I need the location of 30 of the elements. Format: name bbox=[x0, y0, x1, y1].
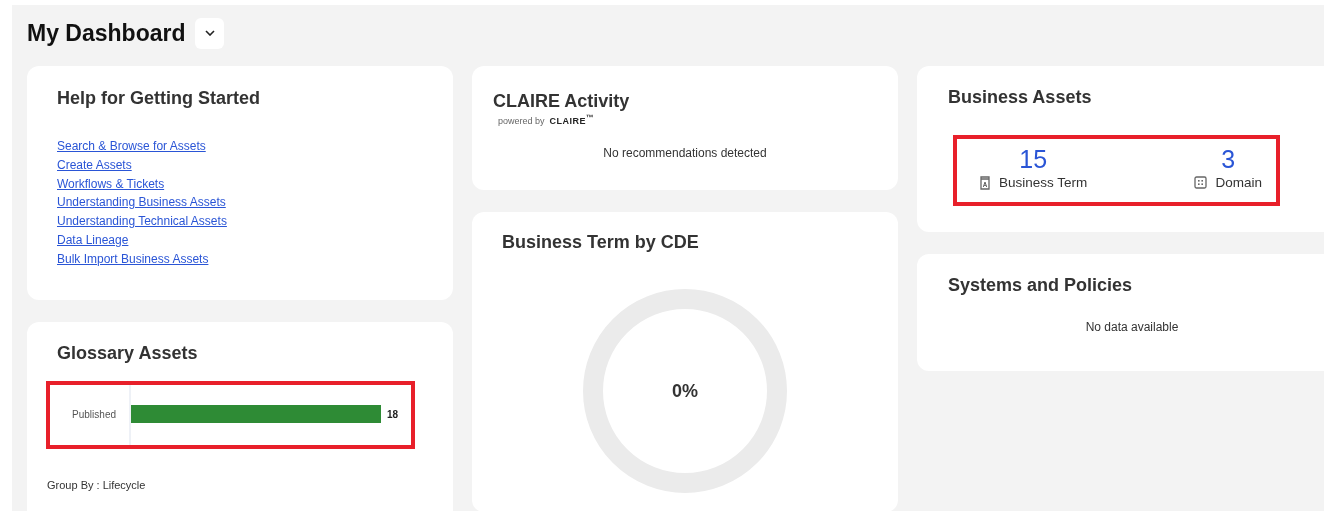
help-link[interactable]: Workflows & Tickets bbox=[57, 174, 165, 194]
claire-logo: CLAIRE$^{™}$ bbox=[549, 113, 595, 126]
help-link[interactable]: Understanding Business Assets bbox=[57, 193, 226, 213]
card-title: Help for Getting Started bbox=[57, 88, 261, 109]
card-title: Business Term by CDE bbox=[502, 232, 700, 253]
card-title: Business Assets bbox=[948, 87, 1093, 108]
dropdown-button[interactable] bbox=[195, 17, 225, 49]
card-title: Glossary Assets bbox=[57, 343, 199, 364]
asset-type-label: Business Term bbox=[999, 175, 1088, 190]
card-title: Systems and Policies bbox=[948, 275, 1134, 296]
grid-icon bbox=[1194, 176, 1208, 189]
help-link[interactable]: Understanding Technical Assets bbox=[57, 212, 227, 231]
percent-label: 0% bbox=[672, 380, 698, 402]
chevron-down-icon bbox=[205, 30, 215, 36]
group-by-label: Group By : Lifecycle bbox=[47, 479, 147, 491]
help-link[interactable]: Create Assets bbox=[57, 155, 132, 175]
help-link[interactable]: Data Lineage bbox=[57, 231, 129, 250]
card-title: CLAIRE Activity bbox=[493, 91, 631, 112]
help-link[interactable]: Bulk Import Business Assets bbox=[57, 249, 209, 269]
bar-value: 18 bbox=[387, 409, 399, 420]
dashboard-title: My Dashboard bbox=[27, 19, 186, 47]
empty-message: No data available bbox=[1084, 320, 1180, 334]
help-link[interactable]: Search & Browse for Assets bbox=[57, 137, 206, 156]
asset-count[interactable]: 3 bbox=[1221, 145, 1236, 173]
term-icon bbox=[979, 175, 991, 190]
asset-count[interactable]: 15 bbox=[1019, 145, 1048, 173]
asset-type-label: Domain bbox=[1215, 175, 1262, 190]
powered-by-label: powered by bbox=[498, 116, 545, 126]
category-label: Published bbox=[72, 409, 116, 420]
empty-message: No recommendations detected bbox=[602, 146, 768, 160]
